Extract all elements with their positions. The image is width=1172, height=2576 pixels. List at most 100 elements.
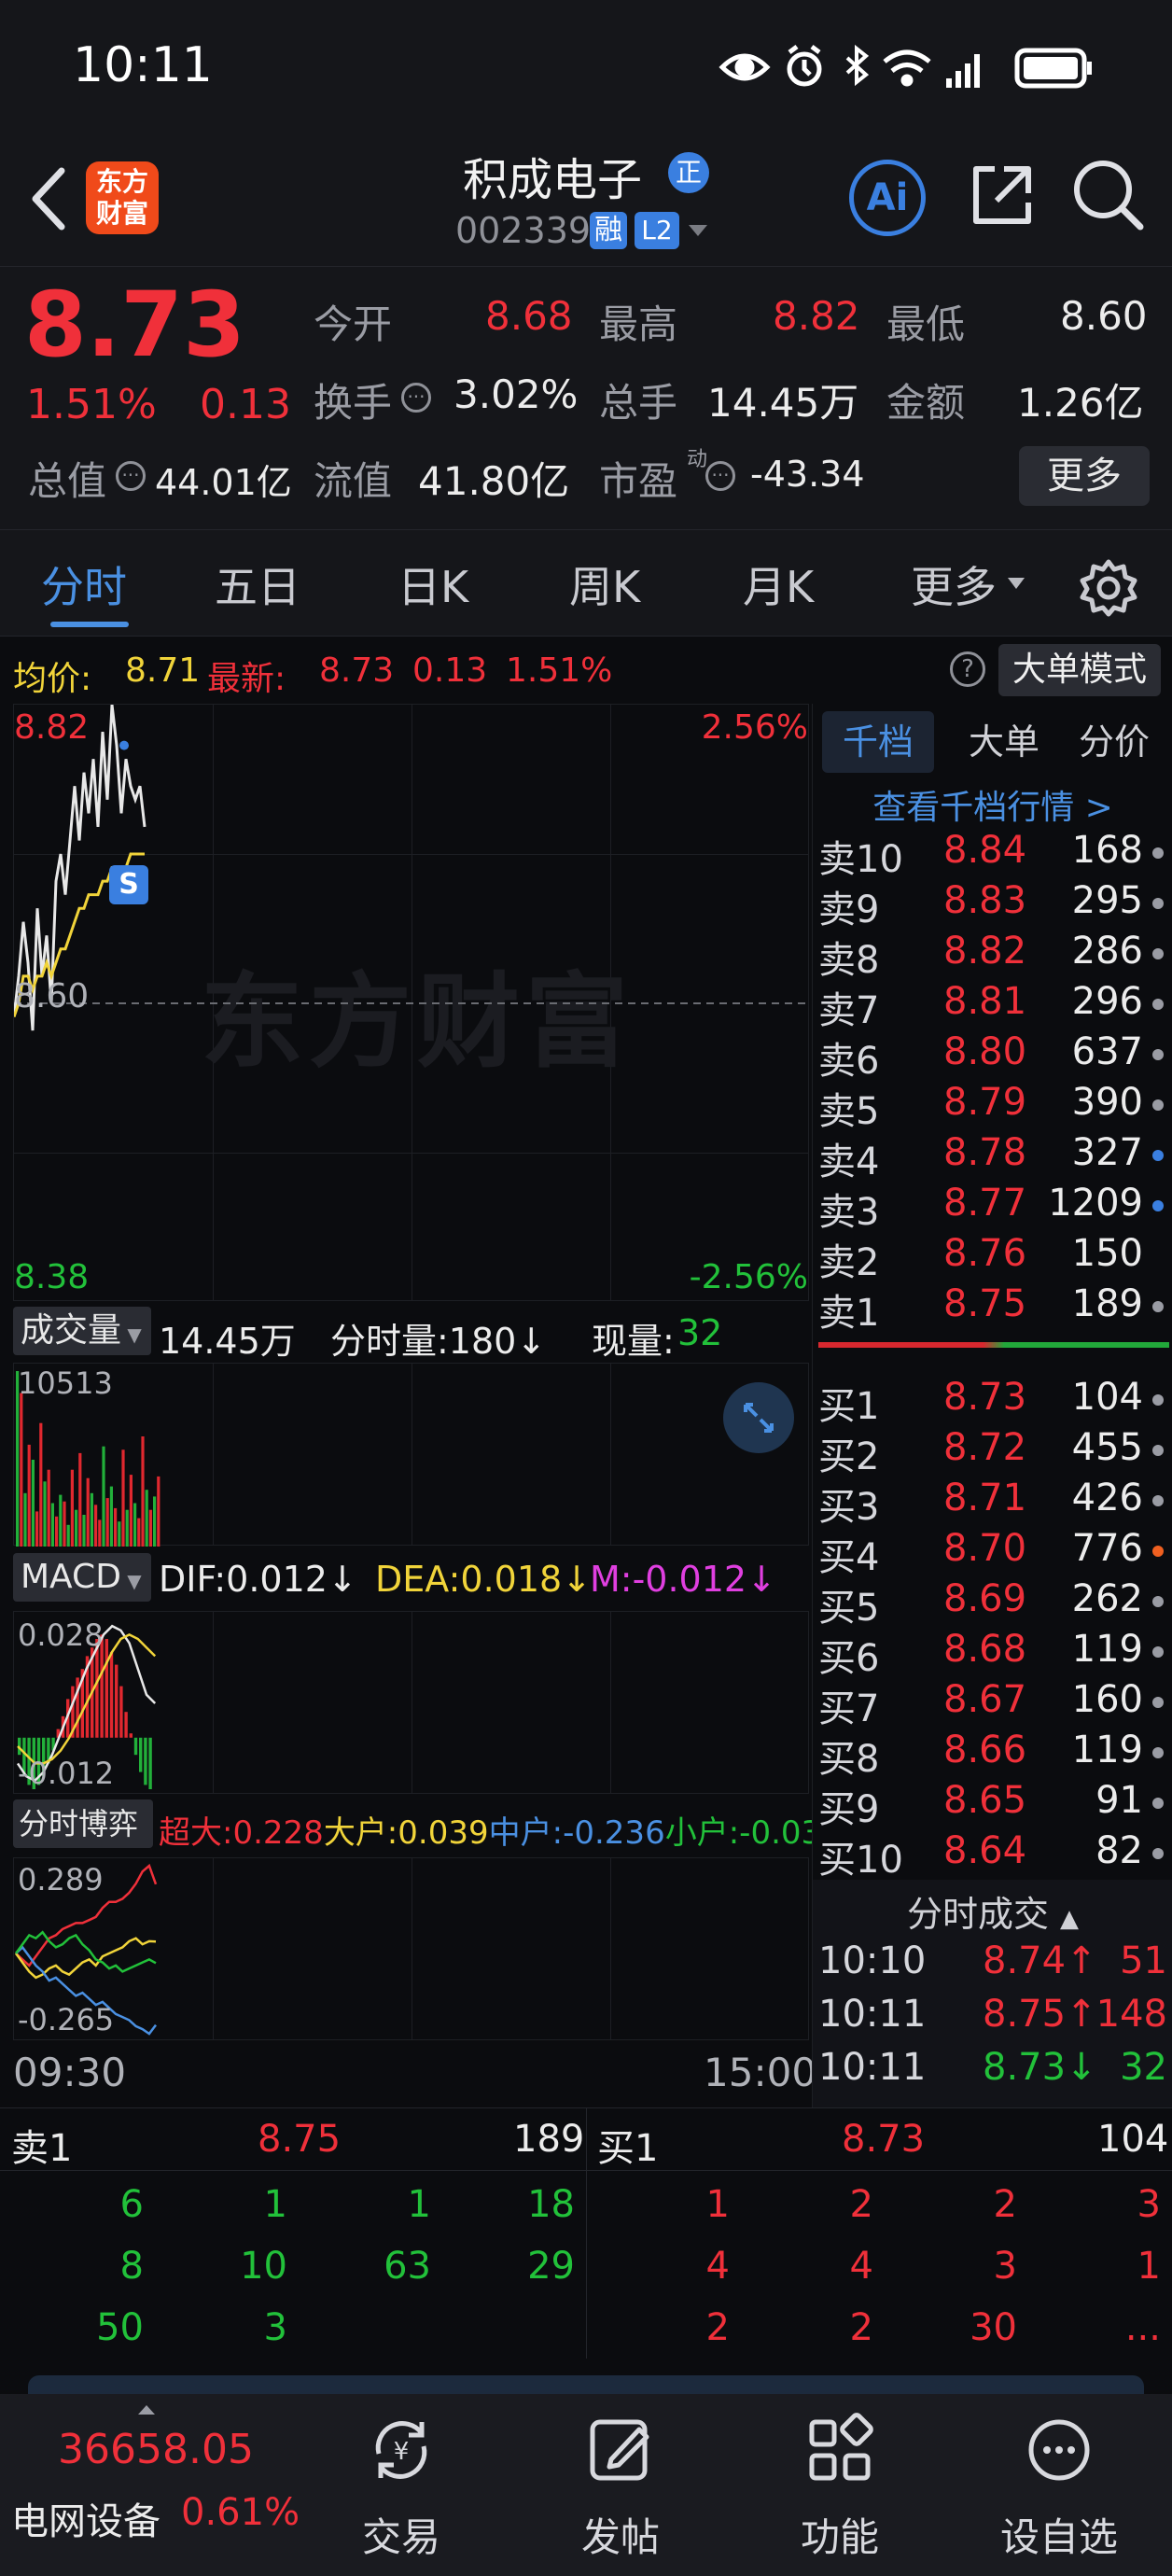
order-level: 卖2 [818, 1241, 880, 1284]
tab-week-k[interactable]: 周K [569, 553, 640, 615]
order-volume: 82 [1095, 1829, 1143, 1872]
volume-label: 总手 [599, 380, 678, 426]
time-start: 09:30 [13, 2050, 127, 2095]
ai-assistant-button[interactable]: Ai [849, 160, 926, 236]
current-volume-label: 现量: [592, 1321, 675, 1362]
side-tab-big-order[interactable]: 大单 [953, 711, 1055, 773]
index-name[interactable]: 电网设备 [11, 2491, 160, 2545]
more-button[interactable]: 更多 [1019, 446, 1150, 506]
buy-order-row[interactable]: 买6 8.68 119 [813, 1626, 1172, 1680]
chart-top-pct: 2.56% [701, 708, 808, 747]
buy-order-row[interactable]: 买1 8.73 104 [813, 1374, 1172, 1428]
buy-queue: 1 2 2 3 4 4 3 1 2 2 30... [586, 2170, 1172, 2357]
share-icon[interactable] [967, 160, 1038, 231]
buy-order-row[interactable]: 买3 8.71 426 [813, 1475, 1172, 1529]
macd-bar [148, 1737, 152, 1789]
search-icon[interactable] [1071, 158, 1146, 232]
buy-order-row[interactable]: 买5 8.69 262 [813, 1575, 1172, 1630]
trade-icon: ¥ [375, 2421, 427, 2479]
volume-bar [137, 1518, 141, 1547]
nav-add-watchlist[interactable]: 设自选 [980, 2394, 1138, 2576]
info-icon[interactable]: ··· [116, 461, 146, 491]
info-icon[interactable]: ··· [401, 383, 431, 413]
game-chart[interactable]: 0.289 -0.265 [13, 1857, 809, 2040]
sell-order-row[interactable]: 卖10 8.84 168 [813, 827, 1172, 881]
open-label: 今开 [314, 301, 393, 347]
sell-order-row[interactable]: 卖4 8.78 327 [813, 1129, 1172, 1183]
sell-order-row[interactable]: 卖1 8.75 189 [813, 1281, 1172, 1335]
trade-rows: 10:10 8.74↑ 51 10:11 8.75↑ 148 10:11 8.73↓ 32 [813, 1939, 1172, 2107]
volume-bar [133, 1503, 137, 1547]
caret-up-icon[interactable] [136, 2403, 157, 2416]
gear-icon[interactable] [1079, 558, 1138, 618]
sell-order-row[interactable]: 卖7 8.81 296 [813, 978, 1172, 1032]
avg-value: 8.71 [125, 651, 201, 690]
macd-chart[interactable]: 0.028 -0.012 [13, 1611, 809, 1794]
amount-label: 金额 [886, 380, 966, 426]
macd-bar [119, 1686, 123, 1738]
help-icon[interactable]: ? [950, 651, 985, 687]
volume-bar [114, 1507, 118, 1547]
chevron-down-icon[interactable] [687, 221, 709, 240]
tab-day-k[interactable]: 日K [398, 553, 468, 615]
sell-order-row[interactable]: 卖5 8.79 390 [813, 1079, 1172, 1133]
queue-order: 50 [96, 2306, 144, 2349]
tab-month-k[interactable]: 月K [743, 553, 814, 615]
sell-order-row[interactable]: 卖9 8.83 295 [813, 877, 1172, 931]
queue-order: 6 [119, 2183, 144, 2226]
view-thousand-link[interactable]: 查看千档行情 > [813, 780, 1172, 829]
signal-marker[interactable]: S [109, 865, 148, 904]
more-circle-icon [1028, 2419, 1090, 2481]
side-tab-thousand[interactable]: 千档 [822, 711, 934, 773]
game-selector[interactable]: 分时博弈 ▼ [13, 1799, 153, 1893]
nav-trade[interactable]: ¥ 交易 [322, 2394, 481, 2576]
order-volume: 189 [1071, 1282, 1143, 1325]
sell-order-row[interactable]: 卖3 8.77 1209 [813, 1180, 1172, 1234]
queue-order: 2 [849, 2306, 873, 2349]
sell-order-row[interactable]: 卖6 8.80 637 [813, 1029, 1172, 1083]
battery-icon [1014, 48, 1092, 89]
buy-order-row[interactable]: 买4 8.70 776 [813, 1525, 1172, 1579]
sell-order-row[interactable]: 卖2 8.76 150 [813, 1230, 1172, 1284]
app-logo[interactable]: 东方财富 [86, 161, 159, 234]
side-tab-price[interactable]: 分价 [1063, 711, 1165, 773]
order-dot [1152, 1848, 1164, 1859]
nav-post[interactable]: 发帖 [541, 2394, 700, 2576]
buy-order-row[interactable]: 买2 8.72 455 [813, 1424, 1172, 1478]
nav-post-label: 发帖 [580, 2514, 660, 2560]
tab-more[interactable]: 更多 [911, 553, 997, 615]
info-icon[interactable]: ··· [705, 461, 735, 491]
order-price: 8.71 [943, 1477, 1027, 1519]
volume-chart[interactable]: 10513 [13, 1363, 809, 1547]
queue-order: 30 [970, 2306, 1017, 2349]
macd-selector[interactable]: MACD ▼ [13, 1553, 151, 1602]
order-price: 8.73 [943, 1376, 1027, 1419]
order-dot [1152, 1646, 1164, 1658]
sell-order-row[interactable]: 卖8 8.82 286 [813, 928, 1172, 982]
volume-bar [27, 1444, 31, 1547]
nav-functions-label: 功能 [800, 2514, 879, 2560]
tab-intraday[interactable]: 分时 [41, 553, 127, 615]
big-order-mode-button[interactable]: 大单模式 [998, 644, 1161, 696]
queue-order: 3 [993, 2245, 1017, 2288]
queue-order: 4 [705, 2245, 730, 2288]
order-level: 买2 [818, 1435, 880, 1478]
expand-button[interactable] [723, 1382, 794, 1453]
game-min: -0.265 [18, 2002, 115, 2037]
buy-order-row[interactable]: 买8 8.66 119 [813, 1727, 1172, 1781]
buy-order-row[interactable]: 买7 8.67 160 [813, 1676, 1172, 1730]
buy-order-row[interactable]: 买9 8.65 91 [813, 1777, 1172, 1831]
intraday-chart[interactable]: 东方财富 8.82 2.56% 8.60 8.38 -2.56% S [13, 704, 810, 1301]
tab-five-day[interactable]: 五日 [215, 553, 300, 615]
nav-functions[interactable]: 功能 [760, 2394, 919, 2576]
volume-bar [109, 1486, 113, 1547]
status-icons [719, 44, 1092, 89]
volume-bar [153, 1496, 157, 1547]
volume-selector[interactable]: 成交量 ▼ [13, 1307, 151, 1355]
back-arrow-icon[interactable] [24, 161, 71, 236]
index-value[interactable]: 36658.05 [58, 2426, 254, 2473]
buy-order-row[interactable]: 买10 8.64 82 [813, 1827, 1172, 1882]
volume-bar [59, 1494, 63, 1547]
order-price: 8.82 [943, 930, 1027, 973]
queue-order: 2 [849, 2183, 873, 2226]
